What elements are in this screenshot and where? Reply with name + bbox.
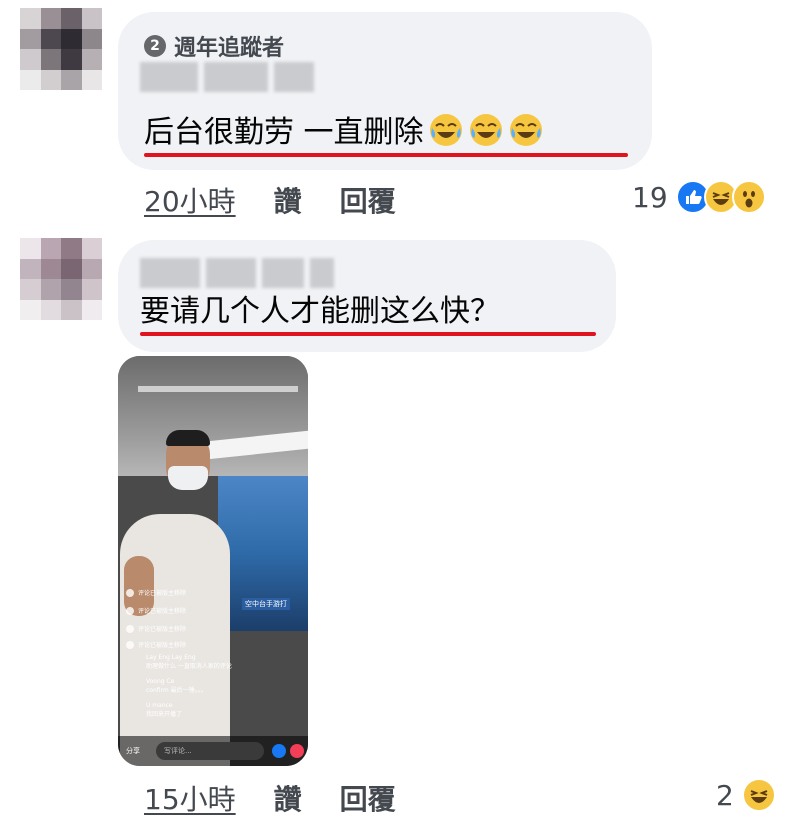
removed-comment-text: 评论已被版主移除 bbox=[138, 590, 187, 597]
share-button: 分享 bbox=[126, 747, 140, 755]
reaction-count: 19 bbox=[632, 180, 668, 214]
comment-text: 后台很勤劳 一直删除 bbox=[144, 112, 544, 153]
anniversary-follower-badge[interactable]: 2 週年追蹤者 bbox=[144, 30, 284, 62]
comment-actions: 15小時 讚 回覆 bbox=[144, 778, 396, 818]
live-comment: Voong Ce confirm 最后一锤。。。 bbox=[146, 678, 207, 694]
comment-input: 写评论... bbox=[156, 742, 264, 760]
live-comment: U mance 我回来开播了 bbox=[146, 702, 182, 718]
like-button[interactable]: 讚 bbox=[274, 180, 302, 220]
comment-text: 要请几个人才能删这么快？ bbox=[140, 294, 500, 329]
live-comment-text: 我回来开播了 bbox=[146, 711, 183, 718]
tears-of-joy-emoji-icon bbox=[469, 114, 502, 146]
laugh-icon bbox=[741, 778, 776, 812]
live-commenter-name: U mance bbox=[146, 702, 173, 709]
commenter-avatar[interactable] bbox=[20, 8, 102, 90]
removed-comment-notice: 评论已被版主移除 bbox=[126, 588, 186, 597]
person-hair bbox=[166, 430, 210, 446]
comment-bubble: 要请几个人才能删这么快？ bbox=[118, 240, 616, 352]
comment-actions: 20小時 讚 回覆 bbox=[144, 180, 396, 220]
commenter-avatar[interactable] bbox=[20, 238, 102, 320]
reply-button[interactable]: 回覆 bbox=[340, 778, 396, 818]
live-commenter-name: Lay Eng Lay Eng bbox=[146, 654, 196, 661]
removed-comment-notice: 评论已被版主移除 bbox=[126, 640, 186, 649]
shield-icon bbox=[126, 606, 134, 615]
comment-text-body: 后台很勤劳 一直删除 bbox=[144, 115, 424, 150]
removed-comment-notice: 评论已被版主移除 bbox=[126, 624, 186, 633]
red-underline-annotation bbox=[144, 153, 628, 157]
commenter-name-blurred[interactable] bbox=[140, 258, 334, 288]
tears-of-joy-emoji-icon bbox=[509, 114, 542, 146]
live-comment-text: 助理做什么 一直取消人家的评论 bbox=[146, 663, 232, 670]
attached-screenshot-image[interactable]: 空中台手游打 评论已被版主移除 评论已被版主移除 评论已被版主移除 评论已被版主… bbox=[118, 356, 308, 766]
comment-timestamp[interactable]: 20小時 bbox=[144, 180, 236, 220]
removed-comment-text: 评论已被版主移除 bbox=[138, 626, 187, 633]
face-mask bbox=[168, 466, 208, 490]
removed-comment-text: 评论已被版主移除 bbox=[138, 608, 187, 615]
reaction-count: 2 bbox=[716, 778, 734, 812]
shield-icon bbox=[126, 624, 134, 633]
red-underline-annotation bbox=[140, 332, 596, 336]
heart-icon bbox=[290, 744, 304, 758]
live-comment: Lay Eng Lay Eng 助理做什么 一直取消人家的评论 bbox=[146, 654, 232, 670]
shield-icon bbox=[126, 640, 134, 649]
live-comment-text: confirm 最后一锤。。。 bbox=[146, 687, 207, 694]
shield-icon bbox=[126, 588, 134, 597]
like-icon bbox=[272, 744, 286, 758]
wow-icon bbox=[731, 180, 766, 214]
badge-label: 週年追蹤者 bbox=[174, 36, 285, 61]
reaction-summary[interactable]: 19 bbox=[632, 180, 766, 214]
ceiling bbox=[118, 356, 308, 486]
reaction-summary[interactable]: 2 bbox=[716, 778, 776, 812]
live-commenter-name: Voong Ce bbox=[146, 678, 175, 685]
removed-comment-notice: 评论已被版主移除 bbox=[126, 606, 186, 615]
ceiling-light bbox=[138, 386, 298, 392]
like-button[interactable]: 讚 bbox=[274, 778, 302, 818]
comment-bubble: 2 週年追蹤者 后台很勤劳 一直删除 bbox=[118, 12, 652, 170]
display-banner: 空中台手游打 bbox=[242, 598, 290, 610]
commenter-name-blurred[interactable] bbox=[140, 62, 314, 92]
reply-button[interactable]: 回覆 bbox=[340, 180, 396, 220]
badge-number-icon: 2 bbox=[144, 35, 166, 57]
tears-of-joy-emoji-icon bbox=[429, 114, 462, 146]
comment-timestamp[interactable]: 15小時 bbox=[144, 778, 236, 818]
removed-comment-text: 评论已被版主移除 bbox=[138, 642, 187, 649]
